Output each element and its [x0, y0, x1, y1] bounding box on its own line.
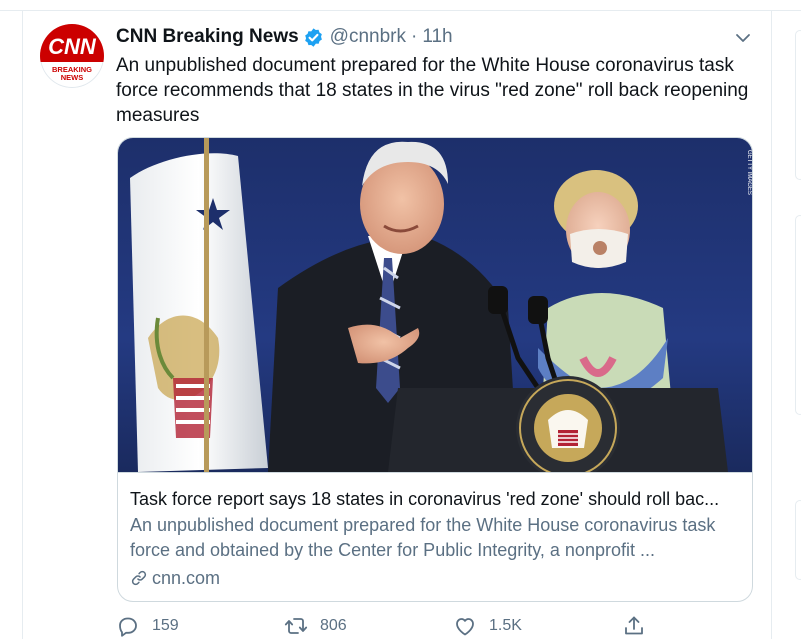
verified-badge-icon: [303, 27, 324, 48]
share-icon: [625, 616, 643, 635]
card-divider: [118, 472, 752, 473]
like-count: 1.5K: [489, 617, 522, 634]
card-domain[interactable]: cnn.com: [130, 566, 220, 590]
like-button[interactable]: 1.5K: [453, 613, 522, 639]
tweet-header: CNN Breaking News @cnnbrk · 11h: [116, 26, 453, 48]
like-icon: [456, 618, 474, 636]
link-card[interactable]: GETTY IMAGES Task force report says 18 s…: [117, 137, 753, 602]
image-credit: GETTY IMAGES: [746, 150, 752, 195]
sidebar-widget: [795, 30, 801, 180]
sidebar-widget: [795, 500, 801, 580]
sidebar-widget: [795, 215, 801, 415]
timeline-top-divider: [0, 10, 801, 11]
tweet-text: An unpublished document prepared for the…: [116, 55, 749, 126]
chevron-down-icon[interactable]: [733, 28, 753, 48]
retweet-count: 806: [320, 617, 347, 634]
avatar[interactable]: CNN BREAKING NEWS: [40, 24, 104, 88]
reply-count: 159: [152, 617, 179, 634]
reply-icon: [119, 617, 137, 637]
card-domain-text: cnn.com: [152, 567, 221, 588]
link-icon: [131, 570, 147, 586]
timeline-left-border: [22, 10, 23, 639]
avatar-logo-text: CNN: [48, 34, 97, 59]
tweet-timestamp[interactable]: 11h: [422, 26, 452, 48]
card-title[interactable]: Task force report says 18 states in coro…: [130, 487, 742, 511]
reply-button[interactable]: 159: [116, 613, 179, 639]
card-description: An unpublished document prepared for the…: [130, 515, 716, 560]
header-separator: ·: [411, 26, 418, 47]
avatar-sub-line2: NEWS: [61, 73, 84, 82]
card-image[interactable]: GETTY IMAGES: [118, 138, 752, 472]
retweet-button[interactable]: 806: [284, 613, 347, 639]
display-name[interactable]: CNN Breaking News: [116, 26, 299, 48]
share-button[interactable]: [622, 613, 646, 639]
retweet-icon: [284, 618, 308, 634]
timeline-right-border: [771, 10, 772, 639]
tweet-actions: 159 806 1.5K: [116, 613, 656, 639]
user-handle[interactable]: @cnnbrk: [330, 26, 406, 48]
